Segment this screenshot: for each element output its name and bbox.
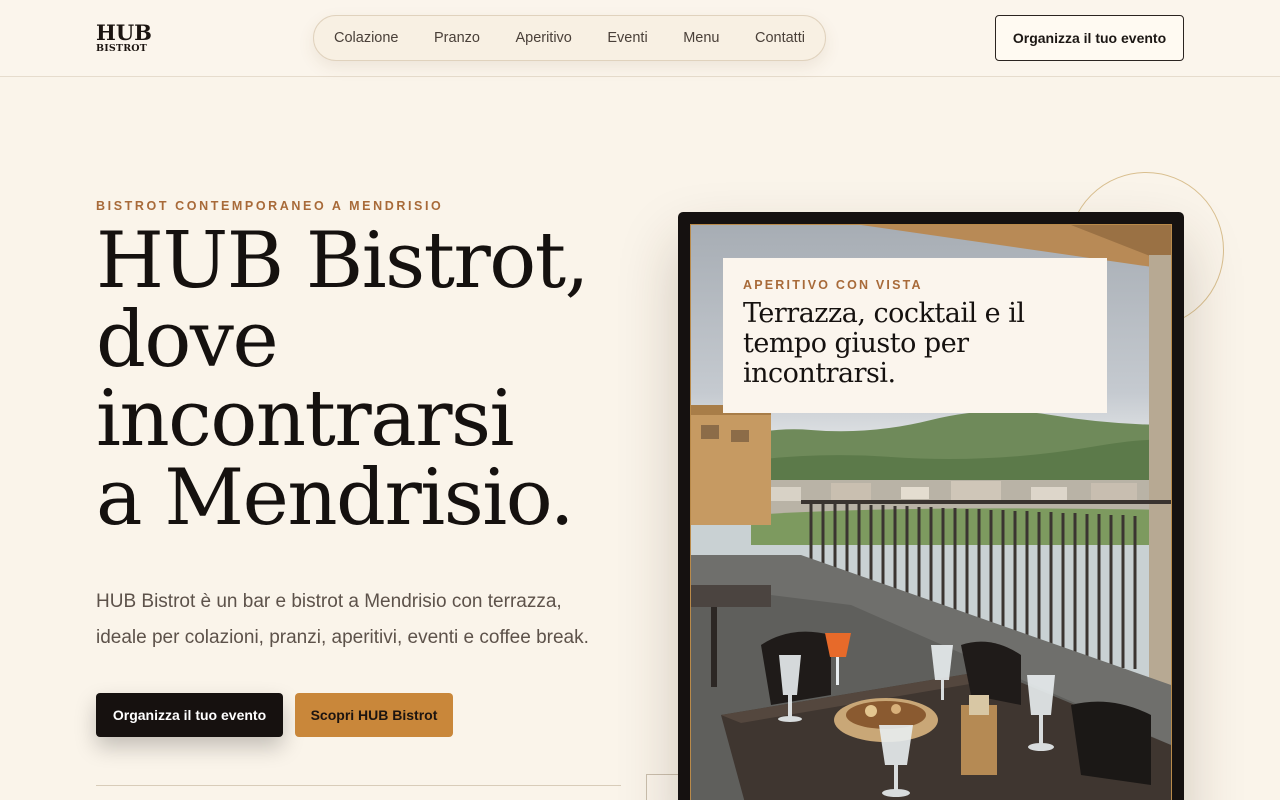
nav-link-eventi[interactable]: Eventi bbox=[607, 30, 647, 46]
hero-eyebrow: BISTROT CONTEMPORANEO A MENDRISIO bbox=[96, 199, 444, 213]
hero-headline: HUB Bistrot, dove incontrarsi a Mendrisi… bbox=[96, 222, 656, 538]
nav-link-aperitivo[interactable]: Aperitivo bbox=[515, 30, 571, 46]
hero-divider bbox=[96, 785, 621, 786]
hero-description-line-1: HUB Bistrot è un bar e bistrot a Mendris… bbox=[96, 591, 562, 612]
hub-bistrot-logo[interactable]: HUB BISTROT bbox=[96, 22, 152, 54]
caption-title-line-3: incontrarsi. bbox=[743, 358, 896, 389]
headline-line-1: HUB Bistrot, bbox=[96, 216, 589, 306]
headline-line-4: a Mendrisio. bbox=[96, 453, 575, 543]
site-header: HUB BISTROT Colazione Pranzo Aperitivo E… bbox=[0, 0, 1280, 77]
nav-link-contatti[interactable]: Contatti bbox=[755, 30, 805, 46]
caption-eyebrow: APERITIVO CON VISTA bbox=[743, 278, 923, 292]
caption-title-line-1: Terrazza, cocktail e il bbox=[743, 298, 1025, 329]
caption-title: Terrazza, cocktail e il tempo giusto per… bbox=[743, 299, 1087, 389]
nav-link-pranzo[interactable]: Pranzo bbox=[434, 30, 480, 46]
organize-event-header-button[interactable]: Organizza il tuo evento bbox=[995, 15, 1184, 61]
logo-text-hub: HUB bbox=[96, 20, 152, 45]
headline-line-2: dove bbox=[96, 295, 279, 385]
nav-link-colazione[interactable]: Colazione bbox=[334, 30, 399, 46]
organize-event-button[interactable]: Organizza il tuo evento bbox=[96, 693, 283, 737]
caption-title-line-2: tempo giusto per bbox=[743, 328, 969, 359]
nav-link-menu[interactable]: Menu bbox=[683, 30, 719, 46]
aperitivo-caption-card: APERITIVO CON VISTA Terrazza, cocktail e… bbox=[723, 258, 1107, 413]
headline-line-3: incontrarsi bbox=[96, 374, 514, 464]
logo-wordmark-top: HUB bbox=[96, 22, 152, 43]
hero-description-line-2: ideale per colazioni, pranzi, aperitivi,… bbox=[96, 627, 589, 648]
main-navigation: Colazione Pranzo Aperitivo Eventi Menu C… bbox=[313, 15, 826, 61]
logo-text-bistrot: BISTROT bbox=[96, 43, 148, 54]
discover-hub-bistrot-button[interactable]: Scopri HUB Bistrot bbox=[295, 693, 453, 737]
hero-description: HUB Bistrot è un bar e bistrot a Mendris… bbox=[96, 584, 636, 656]
